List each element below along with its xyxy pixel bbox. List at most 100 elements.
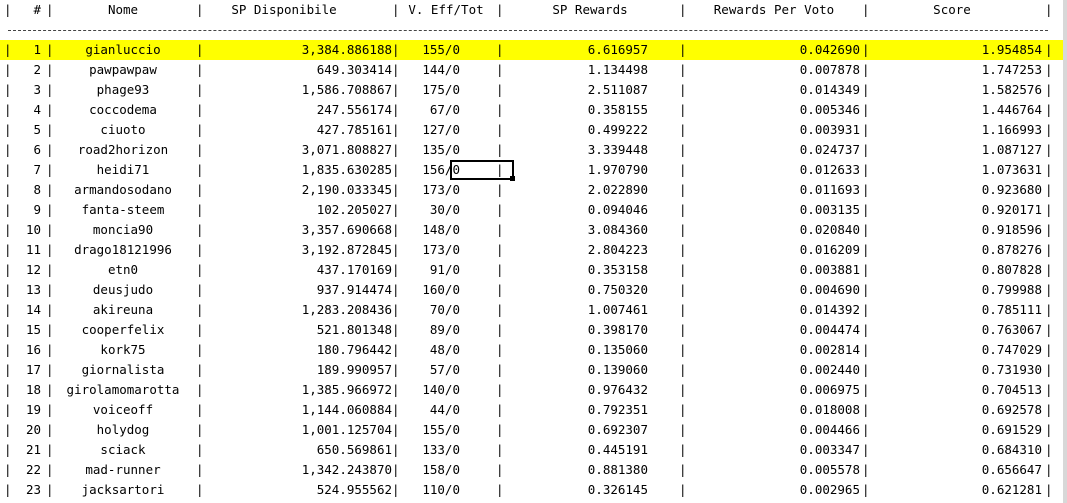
row-sp-disponibile[interactable]: 3,071.808827 <box>204 140 392 160</box>
row-sp-disponibile[interactable]: 1,835.630285 <box>204 160 392 180</box>
row-score[interactable]: 0.799988 <box>870 280 1042 300</box>
row-sp-rewards[interactable]: 3.339448 <box>508 140 648 160</box>
row-sp-disponibile[interactable]: 524.955562 <box>204 480 392 500</box>
row-sp-rewards[interactable]: 0.881380 <box>508 460 648 480</box>
row-sp-rewards[interactable]: 1.134498 <box>508 60 648 80</box>
row-nome[interactable]: fanta-steem <box>53 200 193 220</box>
row-nome[interactable]: etn0 <box>53 260 193 280</box>
row-nome[interactable]: road2horizon <box>53 140 193 160</box>
row-rewards-per-voto[interactable]: 0.005346 <box>688 100 860 120</box>
row-num[interactable]: 21 <box>13 440 41 460</box>
row-rewards-per-voto[interactable]: 0.004474 <box>688 320 860 340</box>
row-sp-rewards[interactable]: 0.326145 <box>508 480 648 500</box>
row-sp-rewards[interactable]: 2.804223 <box>508 240 648 260</box>
row-score[interactable]: 1.166993 <box>870 120 1042 140</box>
row-num[interactable]: 20 <box>13 420 41 440</box>
table-row[interactable]: | | | | | | | | 14 akireuna 1,283.208436 70/0 1.0074… <box>0 300 1067 320</box>
row-score[interactable]: 0.763067 <box>870 320 1042 340</box>
row-score[interactable]: 0.692578 <box>870 400 1042 420</box>
row-num[interactable]: 19 <box>13 400 41 420</box>
row-nome[interactable]: deusjudo <box>53 280 193 300</box>
row-sp-disponibile[interactable]: 1,283.208436 <box>204 300 392 320</box>
row-nome[interactable]: coccodema <box>53 100 193 120</box>
row-num[interactable]: 7 <box>13 160 41 180</box>
row-score[interactable]: 0.691529 <box>870 420 1042 440</box>
row-nome[interactable]: moncia90 <box>53 220 193 240</box>
row-num[interactable]: 13 <box>13 280 41 300</box>
table-row[interactable]: | | | | | | | | 19 voiceoff 1,144.060884 44/0 0.7923… <box>0 400 1067 420</box>
row-v-eff-tot[interactable]: 140/0 <box>404 380 460 400</box>
row-rewards-per-voto[interactable]: 0.003135 <box>688 200 860 220</box>
row-v-eff-tot[interactable]: 148/0 <box>404 220 460 240</box>
row-num[interactable]: 12 <box>13 260 41 280</box>
row-nome[interactable]: gianluccio <box>53 40 193 60</box>
row-v-eff-tot[interactable]: 48/0 <box>404 340 460 360</box>
row-score[interactable]: 1.747253 <box>870 60 1042 80</box>
row-score[interactable]: 1.954854 <box>870 40 1042 60</box>
row-score[interactable]: 0.807828 <box>870 260 1042 280</box>
row-sp-rewards[interactable]: 3.084360 <box>508 220 648 240</box>
row-sp-disponibile[interactable]: 102.205027 <box>204 200 392 220</box>
table-row[interactable]: | | | | | | | | 15 cooperfelix 521.801348 89/0 0.398… <box>0 320 1067 340</box>
row-rewards-per-voto[interactable]: 0.002965 <box>688 480 860 500</box>
row-rewards-per-voto[interactable]: 0.006975 <box>688 380 860 400</box>
row-score[interactable]: 0.704513 <box>870 380 1042 400</box>
row-v-eff-tot[interactable]: 160/0 <box>404 280 460 300</box>
row-v-eff-tot[interactable]: 144/0 <box>404 60 460 80</box>
row-sp-disponibile[interactable]: 3,357.690668 <box>204 220 392 240</box>
table-row[interactable]: | | | | | | | | 11 drago18121996 3,192.872845 173/0… <box>0 240 1067 260</box>
row-nome[interactable]: voiceoff <box>53 400 193 420</box>
row-score[interactable]: 0.731930 <box>870 360 1042 380</box>
table-row[interactable]: | | | | | | | | 4 coccodema 247.556174 67/0 0.358155… <box>0 100 1067 120</box>
row-rewards-per-voto[interactable]: 0.014392 <box>688 300 860 320</box>
row-nome[interactable]: akireuna <box>53 300 193 320</box>
row-rewards-per-voto[interactable]: 0.005578 <box>688 460 860 480</box>
row-sp-disponibile[interactable]: 2,190.033345 <box>204 180 392 200</box>
row-sp-rewards[interactable]: 0.139060 <box>508 360 648 380</box>
row-nome[interactable]: sciack <box>53 440 193 460</box>
table-row[interactable]: | | | | | | | | 20 holydog 1,001.125704 155/0 0.6923… <box>0 420 1067 440</box>
table-row[interactable]: | | | | | | | | 12 etn0 437.170169 91/0 0.353158 0.00… <box>0 260 1067 280</box>
row-num[interactable]: 11 <box>13 240 41 260</box>
row-nome[interactable]: armandosodano <box>53 180 193 200</box>
row-sp-rewards[interactable]: 2.022890 <box>508 180 648 200</box>
row-score[interactable]: 0.684310 <box>870 440 1042 460</box>
row-sp-disponibile[interactable]: 3,192.872845 <box>204 240 392 260</box>
row-sp-disponibile[interactable]: 649.303414 <box>204 60 392 80</box>
row-score[interactable]: 1.073631 <box>870 160 1042 180</box>
row-num[interactable]: 15 <box>13 320 41 340</box>
row-num[interactable]: 9 <box>13 200 41 220</box>
row-v-eff-tot[interactable]: 173/0 <box>404 180 460 200</box>
table-row[interactable]: | | | | | | | | 2 pawpawpaw 649.303414 144/0 1.13449… <box>0 60 1067 80</box>
row-v-eff-tot[interactable]: 57/0 <box>404 360 460 380</box>
row-num[interactable]: 3 <box>13 80 41 100</box>
row-sp-disponibile[interactable]: 189.990957 <box>204 360 392 380</box>
row-num[interactable]: 6 <box>13 140 41 160</box>
selection-fill-handle[interactable] <box>510 176 515 181</box>
row-rewards-per-voto[interactable]: 0.012633 <box>688 160 860 180</box>
row-v-eff-tot[interactable]: 155/0 <box>404 40 460 60</box>
table-row[interactable]: | | | | | | | | 10 moncia90 3,357.690668 148/0 3.084… <box>0 220 1067 240</box>
row-score[interactable]: 1.087127 <box>870 140 1042 160</box>
row-sp-disponibile[interactable]: 1,385.966972 <box>204 380 392 400</box>
row-sp-rewards[interactable]: 0.750320 <box>508 280 648 300</box>
row-sp-rewards[interactable]: 2.511087 <box>508 80 648 100</box>
table-row[interactable]: | | | | | | | | 16 kork75 180.796442 48/0 0.135060 0.… <box>0 340 1067 360</box>
row-score[interactable]: 1.446764 <box>870 100 1042 120</box>
row-v-eff-tot[interactable]: 110/0 <box>404 480 460 500</box>
row-sp-disponibile[interactable]: 1,342.243870 <box>204 460 392 480</box>
row-rewards-per-voto[interactable]: 0.014349 <box>688 80 860 100</box>
row-sp-rewards[interactable]: 6.616957 <box>508 40 648 60</box>
table-row[interactable]: | | | | | | | | 9 fanta-steem 102.205027 30/0 0.0940… <box>0 200 1067 220</box>
table-row[interactable]: | | | | | | | | 1 gianluccio 3,384.886188 155/0 6.61… <box>0 40 1067 60</box>
row-num[interactable]: 4 <box>13 100 41 120</box>
table-row[interactable]: | | | | | | | | 13 deusjudo 937.914474 160/0 0.75032… <box>0 280 1067 300</box>
table-row[interactable]: | | | | | | | | 18 girolamomarotta 1,385.966972 140… <box>0 380 1067 400</box>
table-row[interactable]: | | | | | | | | 5 ciuoto 427.785161 127/0 0.499222 0.… <box>0 120 1067 140</box>
row-num[interactable]: 1 <box>13 40 41 60</box>
row-sp-disponibile[interactable]: 1,144.060884 <box>204 400 392 420</box>
row-score[interactable]: 0.920171 <box>870 200 1042 220</box>
row-nome[interactable]: jacksartori <box>53 480 193 500</box>
row-v-eff-tot[interactable]: 30/0 <box>404 200 460 220</box>
row-sp-rewards[interactable]: 0.499222 <box>508 120 648 140</box>
